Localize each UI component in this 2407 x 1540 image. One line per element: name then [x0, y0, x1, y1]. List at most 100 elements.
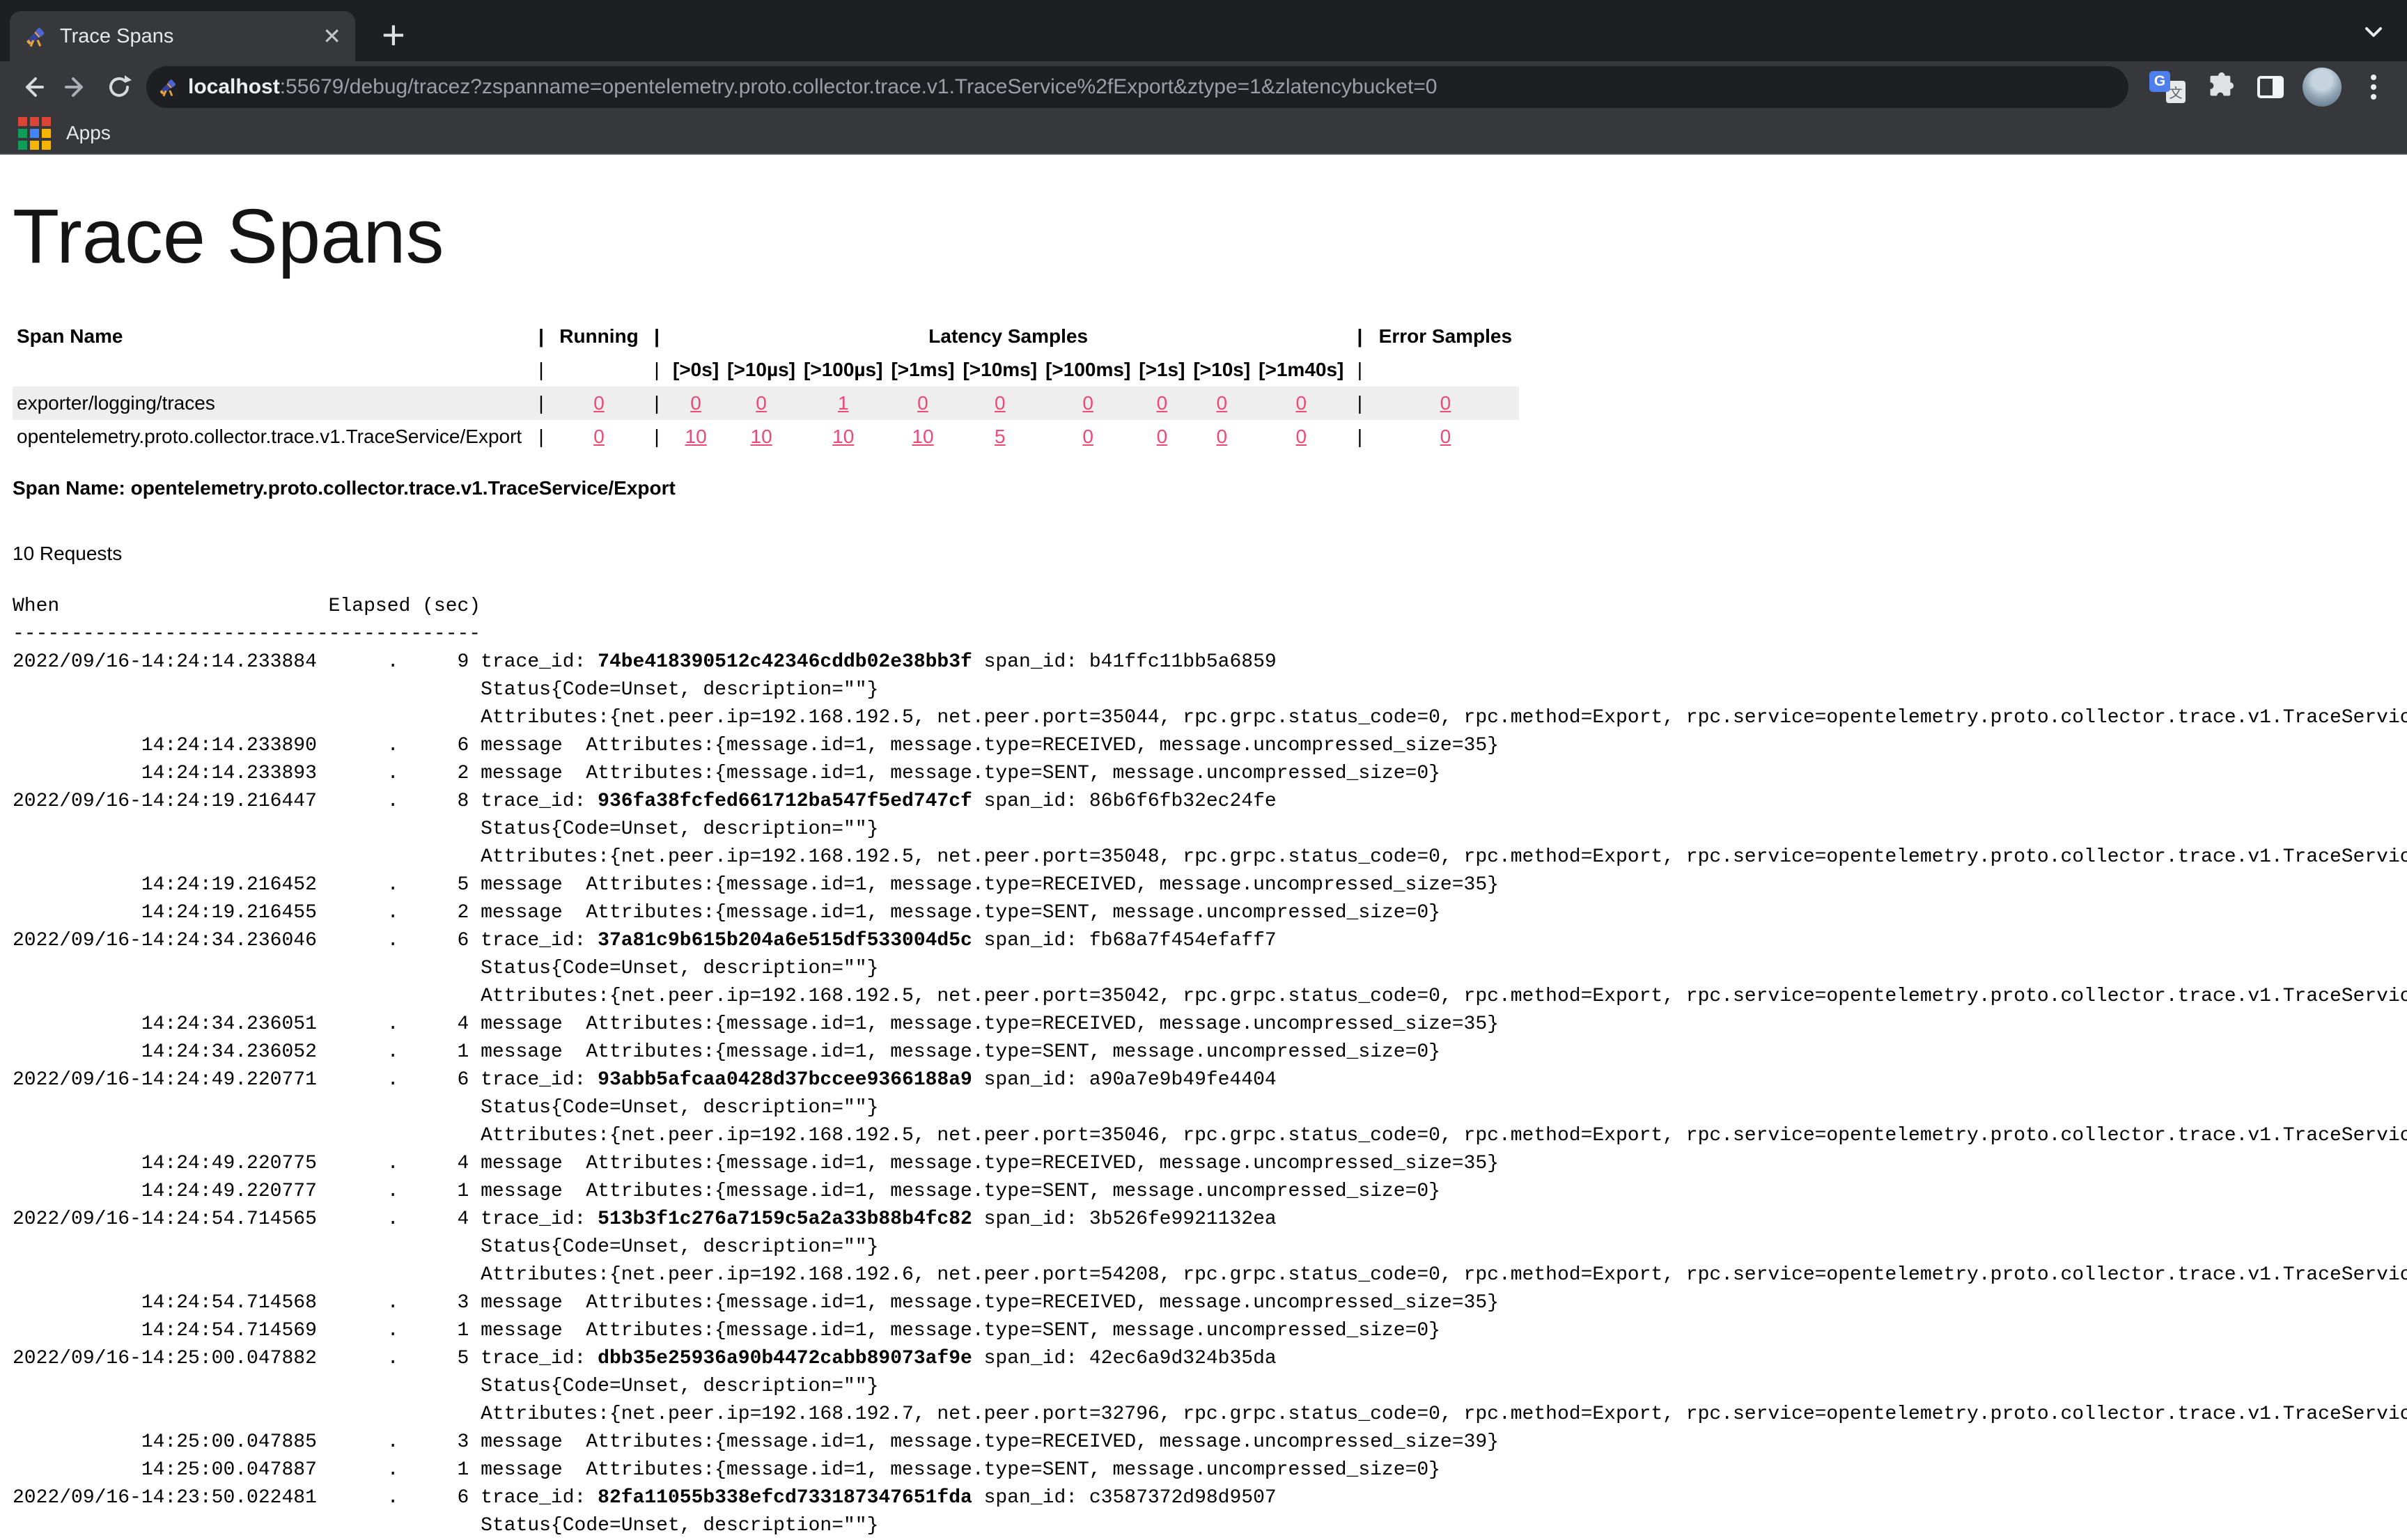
sample-count-link[interactable]: 0	[593, 392, 605, 414]
apps-grid-dot	[42, 129, 51, 138]
trace-id: 37a81c9b615b204a6e515df533004d5c	[598, 930, 972, 951]
error-count-cell: 0	[1371, 387, 1519, 420]
page-content: Trace Spans Span Name | Running | Latenc…	[0, 155, 2407, 1540]
tab-close-icon[interactable]: ✕	[322, 25, 341, 47]
column-divider: |	[529, 387, 553, 420]
latency-count-cell: 0	[958, 387, 1041, 420]
column-divider: |	[529, 353, 553, 387]
apps-grid-icon[interactable]	[18, 117, 51, 150]
selected-span-name: Span Name: opentelemetry.proto.collector…	[13, 477, 2407, 499]
summary-header-row: Span Name | Running | Latency Samples | …	[13, 320, 1519, 353]
sample-count-link[interactable]: 0	[690, 392, 701, 414]
sample-count-link[interactable]: 5	[995, 426, 1006, 447]
span-summary-table: Span Name | Running | Latency Samples | …	[13, 320, 1519, 453]
extensions-puzzle-icon[interactable]	[2197, 65, 2241, 109]
url-host: localhost	[188, 75, 280, 98]
translate-g-glyph: G	[2149, 71, 2170, 92]
sample-count-link[interactable]: 0	[1157, 392, 1168, 414]
sample-count-link[interactable]: 10	[751, 426, 772, 447]
span-summary-row: opentelemetry.proto.collector.trace.v1.T…	[13, 420, 1519, 453]
sample-count-link[interactable]: 0	[1295, 392, 1307, 414]
latency-count-cell: 0	[723, 387, 800, 420]
reload-button[interactable]	[98, 65, 141, 109]
new-tab-button[interactable]: +	[382, 15, 405, 56]
span-name-cell: opentelemetry.proto.collector.trace.v1.T…	[13, 420, 529, 453]
apps-grid-dot	[18, 117, 27, 126]
column-divider: |	[529, 420, 553, 453]
latency-count-cell: 10	[800, 420, 887, 453]
latency-count-cell: 1	[800, 387, 887, 420]
sample-count-link[interactable]: 0	[1217, 426, 1228, 447]
apps-grid-dot	[42, 141, 51, 150]
sample-count-link[interactable]: 10	[685, 426, 707, 447]
running-count-cell: 0	[553, 387, 645, 420]
sample-count-link[interactable]: 0	[1217, 392, 1228, 414]
empty-cell	[553, 353, 645, 387]
url-path: :55679/debug/tracez?zspanname=openteleme…	[280, 75, 1438, 98]
col-running: Running	[553, 320, 645, 353]
telescope-favicon	[157, 77, 178, 98]
sample-count-link[interactable]: 0	[1440, 392, 1451, 414]
latency-count-cell: 0	[1135, 387, 1189, 420]
latency-count-cell: 10	[669, 420, 723, 453]
bookmarks-bar: Apps	[0, 113, 2407, 155]
latency-count-cell: 0	[1041, 420, 1135, 453]
sample-count-link[interactable]: 0	[593, 426, 605, 447]
tab-title: Trace Spans	[60, 25, 310, 48]
sample-count-link[interactable]: 0	[756, 392, 767, 414]
url-bar[interactable]: localhost:55679/debug/tracez?zspanname=o…	[146, 66, 2128, 108]
sample-count-link[interactable]: 0	[1440, 426, 1451, 447]
column-divider: |	[529, 320, 553, 353]
sample-count-link[interactable]: 0	[917, 392, 928, 414]
apps-grid-dot	[18, 141, 27, 150]
column-divider: |	[645, 353, 669, 387]
side-panel-icon[interactable]	[2248, 65, 2293, 109]
latency-bucket-label: [>100µs]	[800, 353, 887, 387]
browser-titlebar: Trace Spans ✕ +	[0, 0, 2407, 61]
column-divider: |	[645, 320, 669, 353]
latency-count-cell: 0	[1254, 420, 1348, 453]
apps-grid-dot	[30, 129, 39, 138]
translate-icon[interactable]: 文 G	[2145, 65, 2190, 109]
sample-count-link[interactable]: 1	[838, 392, 849, 414]
menu-kebab-icon[interactable]	[2351, 65, 2396, 109]
latency-bucket-label: [>0s]	[669, 353, 723, 387]
browser-tab[interactable]: Trace Spans ✕	[10, 11, 355, 61]
latency-bucket-label: [>1ms]	[887, 353, 958, 387]
latency-count-cell: 0	[1041, 387, 1135, 420]
trace-log: When Elapsed (sec) ---------------------…	[13, 593, 2407, 1540]
sample-count-link[interactable]: 0	[1295, 426, 1307, 447]
sample-count-link[interactable]: 0	[1082, 392, 1093, 414]
latency-count-cell: 0	[1254, 387, 1348, 420]
sample-count-link[interactable]: 10	[912, 426, 933, 447]
profile-avatar[interactable]	[2300, 65, 2344, 109]
sample-count-link[interactable]: 0	[1157, 426, 1168, 447]
running-count-cell: 0	[553, 420, 645, 453]
browser-toolbar: localhost:55679/debug/tracez?zspanname=o…	[0, 61, 2407, 113]
trace-id: 74be418390512c42346cddb02e38bb3f	[598, 651, 972, 673]
apps-label[interactable]: Apps	[66, 122, 111, 144]
sample-count-link[interactable]: 0	[995, 392, 1006, 414]
trace-id: 82fa11055b338efcd733187347651fda	[598, 1487, 972, 1509]
apps-grid-dot	[30, 141, 39, 150]
col-span-name: Span Name	[13, 320, 529, 353]
latency-count-cell: 0	[887, 387, 958, 420]
bucket-header-row: ||[>0s][>10µs][>100µs][>1ms][>10ms][>100…	[13, 353, 1519, 387]
trace-id: 936fa38fcfed661712ba547f5ed747cf	[598, 791, 972, 812]
latency-bucket-label: [>1m40s]	[1254, 353, 1348, 387]
forward-button[interactable]	[54, 65, 98, 109]
tab-search-chevron-icon[interactable]	[2361, 24, 2386, 40]
error-count-cell: 0	[1371, 420, 1519, 453]
sample-count-link[interactable]: 10	[832, 426, 854, 447]
latency-bucket-label: [>100ms]	[1041, 353, 1135, 387]
trace-id: dbb35e25936a90b4472cabb89073af9e	[598, 1348, 972, 1369]
latency-count-cell: 5	[958, 420, 1041, 453]
latency-count-cell: 0	[1189, 420, 1254, 453]
apps-grid-dot	[18, 129, 27, 138]
latency-count-cell: 0	[669, 387, 723, 420]
latency-bucket-label: [>10ms]	[958, 353, 1041, 387]
back-button[interactable]	[11, 65, 54, 109]
col-latency-samples: Latency Samples	[669, 320, 1348, 353]
sample-count-link[interactable]: 0	[1082, 426, 1093, 447]
span-name-cell: exporter/logging/traces	[13, 387, 529, 420]
